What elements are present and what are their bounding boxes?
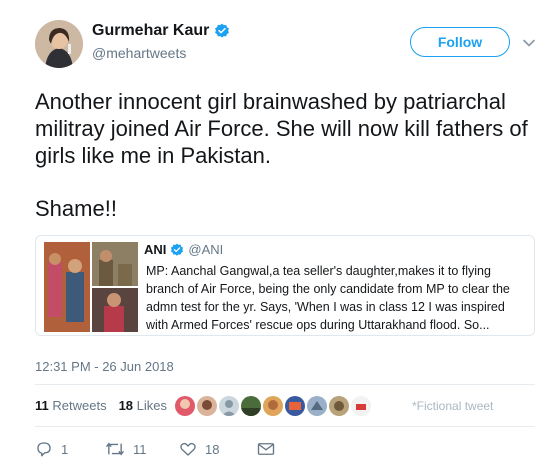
divider	[35, 384, 535, 385]
liker-avatar[interactable]	[351, 396, 371, 416]
author-handle[interactable]: @mehartweets	[92, 45, 186, 61]
quoted-author-name[interactable]: ANI	[144, 242, 166, 257]
liker-avatar[interactable]	[197, 396, 217, 416]
liker-avatar[interactable]	[241, 396, 261, 416]
liker-avatar[interactable]	[263, 396, 283, 416]
author-avatar[interactable]	[35, 20, 83, 68]
likes-label: Likes	[136, 398, 168, 413]
likes-stat[interactable]: 18 Likes	[119, 398, 167, 413]
follow-button[interactable]: Follow	[410, 27, 510, 57]
retweets-label: Retweets	[52, 398, 107, 413]
retweets-count: 11	[35, 398, 49, 413]
quoted-tweet-media[interactable]	[44, 242, 138, 332]
direct-message-action[interactable]	[257, 441, 275, 457]
divider	[35, 426, 535, 427]
tweet-card: Gurmehar Kaur @mehartweets Follow Anothe…	[0, 0, 547, 464]
tweet-timestamp[interactable]: 12:31 PM - 26 Jun 2018	[35, 359, 174, 374]
liker-avatar[interactable]	[329, 396, 349, 416]
reply-action[interactable]: 1	[35, 440, 105, 458]
heart-icon	[180, 442, 196, 456]
quoted-author-handle[interactable]: @ANI	[188, 242, 223, 257]
liker-avatar[interactable]	[285, 396, 305, 416]
reply-count: 1	[61, 441, 69, 457]
like-action[interactable]: 18	[179, 440, 257, 458]
verified-badge-icon	[171, 243, 184, 256]
photo-collage-icon	[44, 242, 138, 332]
like-count: 18	[205, 441, 220, 457]
envelope-icon	[257, 443, 275, 455]
retweets-stat[interactable]: 11 Retweets	[35, 398, 107, 413]
retweet-count: 11	[133, 441, 147, 457]
liker-avatar[interactable]	[219, 396, 239, 416]
verified-badge-icon	[215, 23, 230, 38]
retweet-action[interactable]: 11	[105, 440, 179, 458]
liker-avatar[interactable]	[307, 396, 327, 416]
tweet-actions: 1 11 18	[35, 440, 275, 458]
reply-icon	[37, 442, 51, 457]
author-name[interactable]: Gurmehar Kaur	[92, 22, 209, 40]
tweet-text: Another innocent girl brainwashed by pat…	[35, 89, 534, 168]
quoted-tweet[interactable]: ANI @ANI MP: Aanchal Gangwal,a tea selle…	[35, 235, 535, 336]
profile-photo-icon	[35, 20, 83, 68]
author-name-row: Gurmehar Kaur	[92, 22, 230, 40]
quoted-tweet-header: ANI @ANI	[144, 242, 223, 257]
likers-avatars	[175, 396, 371, 416]
quoted-tweet-text: MP: Aanchal Gangwal,a tea seller's daugh…	[146, 264, 510, 332]
likes-count: 18	[118, 398, 134, 413]
retweet-icon	[105, 442, 125, 456]
liker-avatar[interactable]	[175, 396, 195, 416]
fictional-note: *Fictional tweet	[412, 399, 494, 413]
tweet-text-shame: Shame!!	[35, 196, 117, 221]
chevron-down-icon[interactable]	[522, 36, 536, 50]
engagement-stats: 11 Retweets 18 Likes	[35, 398, 167, 413]
